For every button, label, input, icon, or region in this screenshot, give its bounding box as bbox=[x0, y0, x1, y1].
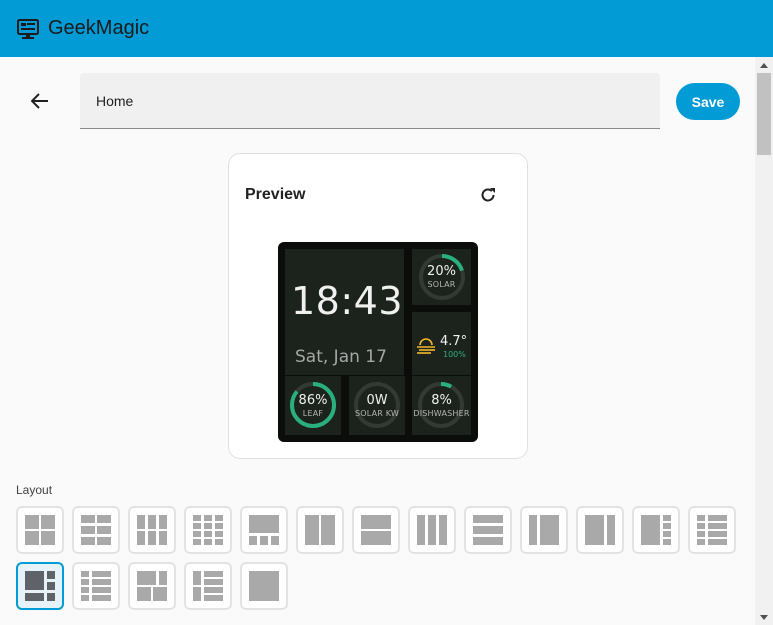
solar-kw-label: SOLAR KW bbox=[354, 409, 400, 418]
solar-widget: 20% SOLAR bbox=[412, 249, 471, 305]
clock-date: Sat, Jan 17 bbox=[295, 347, 387, 367]
layout-thumbnail-icon bbox=[697, 515, 727, 545]
layout-option-sidebar-right[interactable] bbox=[576, 506, 624, 554]
layout-option-list-grid[interactable] bbox=[184, 562, 232, 610]
layout-option-grid-3x4[interactable] bbox=[184, 506, 232, 554]
layout-option-sidebar-left[interactable] bbox=[520, 506, 568, 554]
layout-thumbnail-icon bbox=[193, 515, 223, 545]
layout-thumbnail-icon bbox=[249, 515, 279, 545]
weather-widget: 4.7° 100% bbox=[412, 312, 471, 375]
device-screen: 18:43 Sat, Jan 17 20% SOLAR 4.7° 100% 86… bbox=[278, 242, 478, 442]
fog-sun-icon bbox=[417, 338, 435, 354]
scroll-up-arrow[interactable] bbox=[755, 57, 773, 73]
view-name-field[interactable] bbox=[80, 73, 660, 129]
back-button[interactable] bbox=[26, 87, 54, 115]
scroll-down-arrow[interactable] bbox=[755, 609, 773, 625]
layout-option-split-horizontal-2[interactable] bbox=[352, 506, 400, 554]
layout-thumbnail-icon bbox=[305, 515, 335, 545]
layout-thumbnail-icon bbox=[25, 571, 55, 601]
layout-option-columns-3[interactable] bbox=[408, 506, 456, 554]
editor-content: Save Preview 18:43 Sat, Jan 17 20% SOLAR bbox=[0, 57, 755, 625]
layout-option-grid-3x3[interactable] bbox=[128, 506, 176, 554]
layout-option-grid-2x3[interactable] bbox=[72, 506, 120, 554]
layout-option-hero-top-grid[interactable] bbox=[128, 562, 176, 610]
weather-humidity: 100% bbox=[443, 350, 466, 359]
layout-option-list-left-rows-right[interactable] bbox=[72, 562, 120, 610]
solar-label: SOLAR bbox=[427, 280, 456, 289]
dishwasher-widget: 8% DISHWASHER bbox=[412, 376, 471, 435]
scrollbar-thumb[interactable] bbox=[757, 73, 771, 155]
weather-temperature: 4.7° bbox=[440, 334, 468, 349]
layout-thumbnail-icon bbox=[361, 515, 391, 545]
layout-option-split-vertical-2[interactable] bbox=[296, 506, 344, 554]
app-title: GeekMagic bbox=[48, 17, 150, 39]
layout-thumbnail-icon bbox=[585, 515, 615, 545]
preview-card: Preview 18:43 Sat, Jan 17 20% SOLAR 4.7°… bbox=[228, 153, 528, 459]
scrollbar[interactable] bbox=[755, 57, 773, 625]
layout-option-rows-3[interactable] bbox=[464, 506, 512, 554]
dishwasher-value: 8% bbox=[431, 393, 452, 408]
layout-thumbnail-icon bbox=[249, 571, 279, 601]
solar-kw-value: 0W bbox=[366, 393, 388, 408]
layout-thumbnail-icon bbox=[81, 515, 111, 545]
monitor-icon bbox=[17, 18, 39, 40]
refresh-icon bbox=[481, 188, 495, 202]
layout-thumbnail-icon bbox=[137, 515, 167, 545]
save-button[interactable]: Save bbox=[676, 83, 740, 120]
layout-thumbnail-icon bbox=[417, 515, 447, 545]
arrow-left-icon bbox=[31, 93, 48, 109]
layout-option-hero-grid[interactable] bbox=[16, 562, 64, 610]
refresh-button[interactable] bbox=[477, 184, 499, 206]
solar-value: 20% bbox=[427, 264, 456, 279]
layout-thumbnail-icon bbox=[25, 515, 55, 545]
layout-thumbnail-icon bbox=[81, 571, 111, 601]
view-name-input[interactable] bbox=[80, 73, 660, 128]
clock-widget: 18:43 Sat, Jan 17 bbox=[285, 249, 404, 375]
layout-thumbnail-icon bbox=[473, 515, 503, 545]
dishwasher-label: DISHWASHER bbox=[413, 409, 470, 418]
layout-section-label: Layout bbox=[16, 483, 53, 497]
leaf-label: LEAF bbox=[302, 409, 324, 418]
layout-thumbnail-icon bbox=[137, 571, 167, 601]
layout-thumbnail-icon bbox=[641, 515, 671, 545]
preview-title: Preview bbox=[245, 186, 306, 203]
layout-option-fullscreen[interactable] bbox=[240, 562, 288, 610]
clock-time: 18:43 bbox=[291, 279, 404, 323]
layout-thumbnail-icon bbox=[529, 515, 559, 545]
solar-kw-widget: 0W SOLAR KW bbox=[349, 376, 405, 435]
leaf-widget: 86% LEAF bbox=[285, 376, 341, 435]
leaf-value: 86% bbox=[298, 393, 328, 408]
layout-option-list-left-main-right[interactable] bbox=[688, 506, 736, 554]
layout-option-hero-bottom-3[interactable] bbox=[240, 506, 288, 554]
app-bar: GeekMagic bbox=[0, 0, 773, 57]
layout-option-main-left-list-right[interactable] bbox=[632, 506, 680, 554]
layout-thumbnail-icon bbox=[193, 571, 223, 601]
layout-option-grid-2x2[interactable] bbox=[16, 506, 64, 554]
